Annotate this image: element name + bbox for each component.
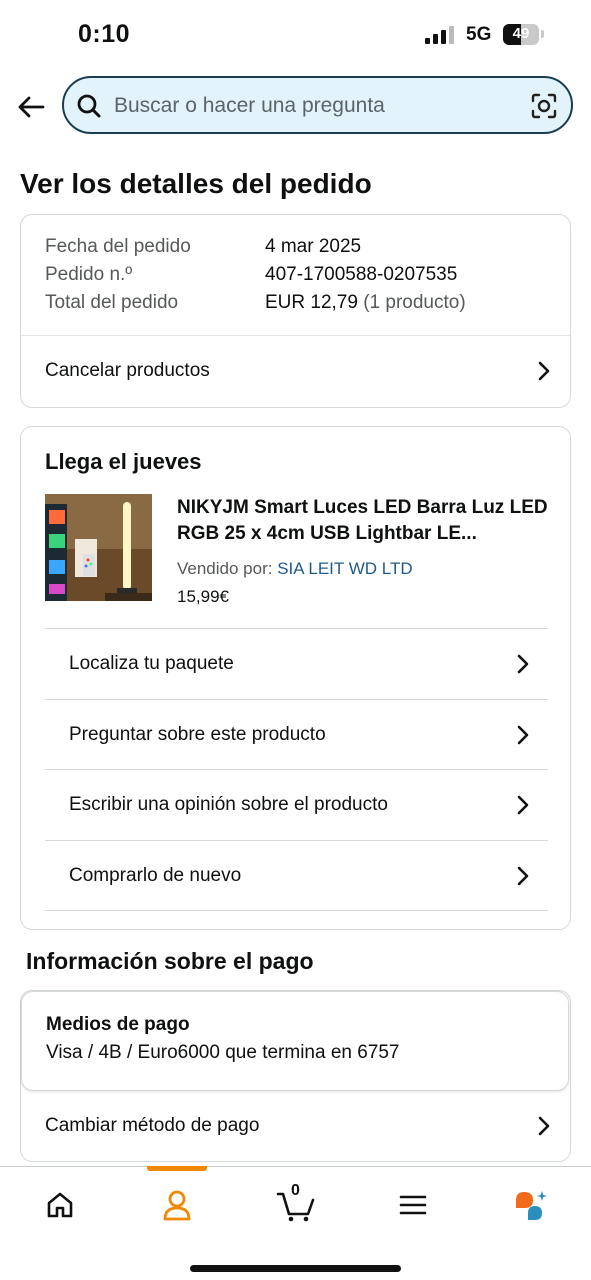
battery-nub	[541, 30, 544, 38]
ask-product-label: Preguntar sobre este producto	[69, 724, 326, 745]
divider	[45, 910, 548, 911]
payment-section-title: Información sobre el pago	[26, 948, 314, 974]
write-review-label: Escribir una opinión sobre el producto	[69, 794, 388, 815]
search-bar[interactable]: Buscar o hacer una pregunta	[62, 76, 573, 134]
track-package-row[interactable]: Localiza tu paquete	[45, 629, 548, 699]
sold-by-label: Vendido por:	[177, 559, 273, 578]
order-date-value: 4 mar 2025	[265, 236, 362, 257]
product-photo	[45, 494, 152, 601]
bottom-nav: 0	[0, 1166, 591, 1280]
product-title[interactable]: NIKYJM Smart Luces LED Barra Luz LED RGB…	[177, 495, 557, 547]
chevron-right-icon	[538, 361, 550, 381]
shipment-card: Llega el jueves NIKYJM Smart Luces LED B…	[20, 426, 571, 930]
camera-search-icon[interactable]	[530, 92, 558, 120]
status-bar: 0:10 5G 49	[0, 0, 591, 70]
order-total-label: Total del pedido	[45, 292, 179, 313]
battery-level: 49	[512, 25, 530, 42]
search-input[interactable]: Buscar o hacer una pregunta	[114, 94, 514, 118]
account-icon	[163, 1190, 191, 1221]
chevron-right-icon	[538, 1116, 550, 1136]
nav-home[interactable]	[40, 1185, 80, 1225]
product-image[interactable]	[45, 494, 152, 601]
page-title: Ver los detalles del pedido	[20, 168, 372, 199]
network-type: 5G	[466, 24, 492, 45]
chevron-right-icon	[517, 866, 529, 886]
order-date-label: Fecha del pedido	[45, 236, 191, 257]
back-button[interactable]	[14, 90, 48, 124]
payment-methods-value: Visa / 4B / Euro6000 que termina en 6757	[46, 1042, 400, 1063]
buy-again-row[interactable]: Comprarlo de nuevo	[45, 841, 548, 911]
payment-card: Medios de pago Visa / 4B / Euro6000 que …	[20, 990, 571, 1162]
buy-again-label: Comprarlo de nuevo	[69, 865, 242, 886]
order-total-value: EUR 12,79	[265, 292, 358, 313]
menu-icon	[399, 1195, 427, 1215]
order-number-value: 407-1700588-0207535	[265, 264, 458, 285]
nav-menu[interactable]	[393, 1185, 433, 1225]
back-arrow-icon	[18, 96, 45, 118]
home-indicator	[190, 1265, 401, 1272]
nav-cart[interactable]: 0	[274, 1182, 318, 1225]
write-review-row[interactable]: Escribir una opinión sobre el producto	[45, 770, 548, 840]
payment-methods-label: Medios de pago	[46, 1014, 190, 1035]
chevron-right-icon	[517, 654, 529, 674]
home-icon	[47, 1192, 73, 1218]
cancel-products-label: Cancelar productos	[45, 360, 210, 381]
order-summary-card: Fecha del pedido 4 mar 2025 Pedido n.º 4…	[20, 214, 571, 408]
sold-by: Vendido por: SIA LEIT WD LTD	[177, 559, 413, 579]
payment-methods-box: Medios de pago Visa / 4B / Euro6000 que …	[21, 991, 569, 1091]
search-icon	[77, 94, 101, 118]
track-package-label: Localiza tu paquete	[69, 653, 234, 674]
nav-account[interactable]	[157, 1185, 197, 1225]
arrival-heading: Llega el jueves	[45, 449, 202, 474]
order-total: EUR 12,79 (1 producto)	[265, 292, 466, 314]
signal-icon	[425, 26, 454, 44]
ask-product-row[interactable]: Preguntar sobre este producto	[45, 700, 548, 770]
order-number-label: Pedido n.º	[45, 264, 133, 285]
status-time: 0:10	[78, 20, 131, 48]
battery-icon: 49	[503, 24, 539, 45]
cart-count: 0	[291, 1182, 300, 1199]
active-tab-indicator	[147, 1166, 207, 1171]
nav-rufus[interactable]	[510, 1185, 550, 1225]
chevron-right-icon	[517, 725, 529, 745]
order-total-count: (1 producto)	[363, 292, 466, 313]
rufus-icon	[516, 1191, 547, 1220]
cancel-products-row[interactable]: Cancelar productos	[21, 336, 569, 406]
change-payment-row[interactable]: Cambiar método de pago	[21, 1091, 569, 1161]
change-payment-label: Cambiar método de pago	[45, 1115, 260, 1136]
chevron-right-icon	[517, 795, 529, 815]
seller-link[interactable]: SIA LEIT WD LTD	[277, 559, 412, 578]
product-price: 15,99€	[177, 587, 229, 606]
